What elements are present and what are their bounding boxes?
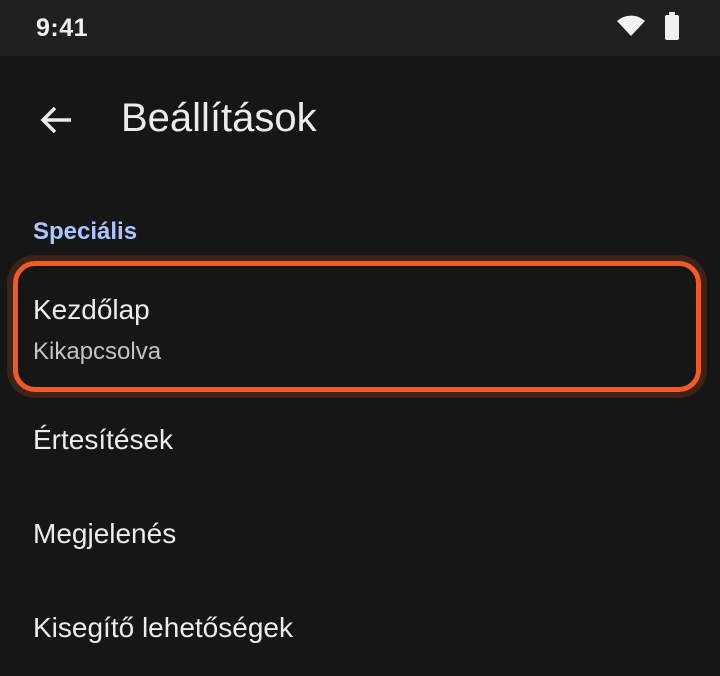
settings-item-title: Megjelenés [33,518,177,549]
settings-item-homepage[interactable]: Kezdőlap Kikapcsolva [0,258,720,404]
page-title: Beállítások [121,96,317,140]
section-header: Speciális [33,218,138,245]
wifi-icon [616,14,646,43]
settings-item-title: Értesítések [33,424,174,455]
settings-list: Kezdőlap Kikapcsolva Értesítések Megjele… [0,258,720,676]
settings-item-appearance[interactable]: Megjelenés [0,498,720,592]
toolbar: Beállítások [0,56,720,188]
settings-item-title: Kisegítő lehetőségek [33,612,293,643]
arrow-back-icon [38,102,74,143]
back-button[interactable] [28,94,84,150]
highlight-frame [13,261,701,392]
settings-screen: 9:41 Beállítások Speciális Kezdőlap Kika… [0,0,720,676]
settings-item-accessibility[interactable]: Kisegítő lehetőségek [0,592,720,676]
settings-item-summary: Kikapcsolva [33,338,162,365]
battery-icon [664,11,680,45]
status-bar: 9:41 [0,0,720,56]
status-time: 9:41 [36,14,89,42]
status-icons [616,11,680,45]
settings-item-notifications[interactable]: Értesítések [0,404,720,498]
settings-item-title: Kezdőlap [33,294,150,325]
